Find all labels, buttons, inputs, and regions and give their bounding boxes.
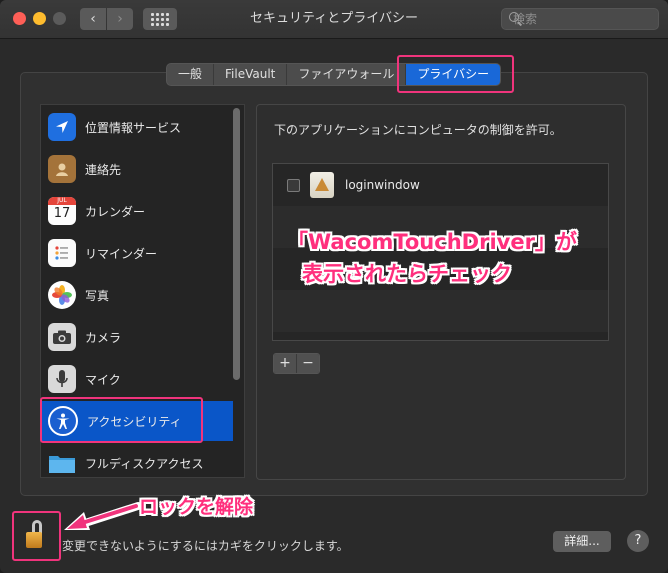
sidebar-item-label: リマインダー bbox=[85, 246, 158, 261]
contacts-book-icon bbox=[48, 155, 76, 183]
help-button[interactable]: ? bbox=[627, 530, 649, 552]
chevron-left-icon: ‹ bbox=[90, 11, 96, 27]
microphone-icon bbox=[48, 365, 76, 393]
remove-app-button[interactable]: − bbox=[297, 354, 319, 373]
add-app-button[interactable]: + bbox=[274, 354, 297, 373]
camera-icon bbox=[48, 323, 76, 351]
title-bar: ‹ › セキュリティとプライバシー bbox=[0, 0, 668, 39]
back-button[interactable]: ‹ bbox=[80, 8, 106, 30]
sidebar-item-label: 連絡先 bbox=[85, 162, 122, 177]
sidebar-item-label: フルディスクアクセス bbox=[85, 456, 204, 471]
tab-filevault[interactable]: FileVault bbox=[214, 64, 288, 85]
lock-highlight bbox=[12, 511, 61, 561]
grid-icon bbox=[151, 12, 169, 26]
forward-button[interactable]: › bbox=[107, 8, 133, 30]
sidebar-scrollbar[interactable] bbox=[233, 108, 240, 380]
list-row-empty bbox=[273, 290, 608, 332]
sidebar-item-contacts[interactable]: 連絡先 bbox=[41, 149, 233, 189]
location-arrow-icon bbox=[48, 113, 76, 141]
details-button[interactable]: 詳細... bbox=[553, 531, 611, 552]
sidebar-item-photos[interactable]: 写真 bbox=[41, 275, 233, 315]
sidebar-item-label: マイク bbox=[85, 372, 121, 387]
sidebar-item-label: カレンダー bbox=[85, 204, 146, 219]
folder-icon bbox=[48, 449, 76, 477]
list-item[interactable]: loginwindow bbox=[273, 164, 608, 206]
check-instruction-note-line1: 「WacomTouchDriver」が bbox=[287, 230, 577, 254]
unlock-instruction-note: ロックを解除 bbox=[139, 496, 254, 518]
minimize-button[interactable] bbox=[33, 12, 46, 25]
sidebar-item-camera[interactable]: カメラ bbox=[41, 317, 233, 357]
sidebar-item-reminders[interactable]: リマインダー bbox=[41, 233, 233, 273]
tab-firewall[interactable]: ファイアウォール bbox=[287, 64, 407, 85]
chevron-right-icon: › bbox=[117, 11, 123, 27]
show-all-button[interactable] bbox=[143, 8, 177, 30]
photos-flower-icon bbox=[48, 281, 76, 309]
arrow-icon bbox=[64, 502, 140, 530]
search-input[interactable] bbox=[511, 11, 665, 27]
preferences-window: ‹ › セキュリティとプライバシー 一般 FileVault ファイアウォール … bbox=[0, 0, 668, 573]
sidebar-item-location-services[interactable]: 位置情報サービス bbox=[41, 107, 233, 147]
calendar-icon: JUL 17 bbox=[48, 197, 76, 225]
sidebar-item-microphone[interactable]: マイク bbox=[41, 359, 233, 399]
sidebar-item-label: カメラ bbox=[85, 330, 122, 345]
check-instruction-note-line2: 表示されたらチェック bbox=[302, 262, 512, 286]
sidebar-item-calendar[interactable]: JUL 17 カレンダー bbox=[41, 191, 233, 231]
permission-description: 下のアプリケーションにコンピュータの制御を許可。 bbox=[274, 123, 562, 137]
search-field[interactable] bbox=[501, 8, 665, 30]
app-name: loginwindow bbox=[345, 178, 420, 192]
accessibility-highlight bbox=[40, 397, 203, 443]
sidebar-item-full-disk-access[interactable]: フルディスクアクセス bbox=[41, 443, 233, 477]
close-button[interactable] bbox=[13, 12, 26, 25]
tab-general[interactable]: 一般 bbox=[167, 64, 215, 85]
add-remove-buttons: + − bbox=[273, 353, 320, 374]
privacy-tab-highlight bbox=[397, 55, 514, 93]
app-checkbox[interactable] bbox=[287, 179, 300, 192]
sidebar-item-label: 写真 bbox=[85, 288, 110, 303]
reminders-list-icon bbox=[48, 239, 76, 267]
lock-hint-text: 変更できないようにするにはカギをクリックします。 bbox=[62, 539, 349, 553]
sidebar-item-label: 位置情報サービス bbox=[85, 120, 182, 135]
app-icon bbox=[310, 172, 334, 198]
zoom-button[interactable] bbox=[53, 12, 66, 25]
